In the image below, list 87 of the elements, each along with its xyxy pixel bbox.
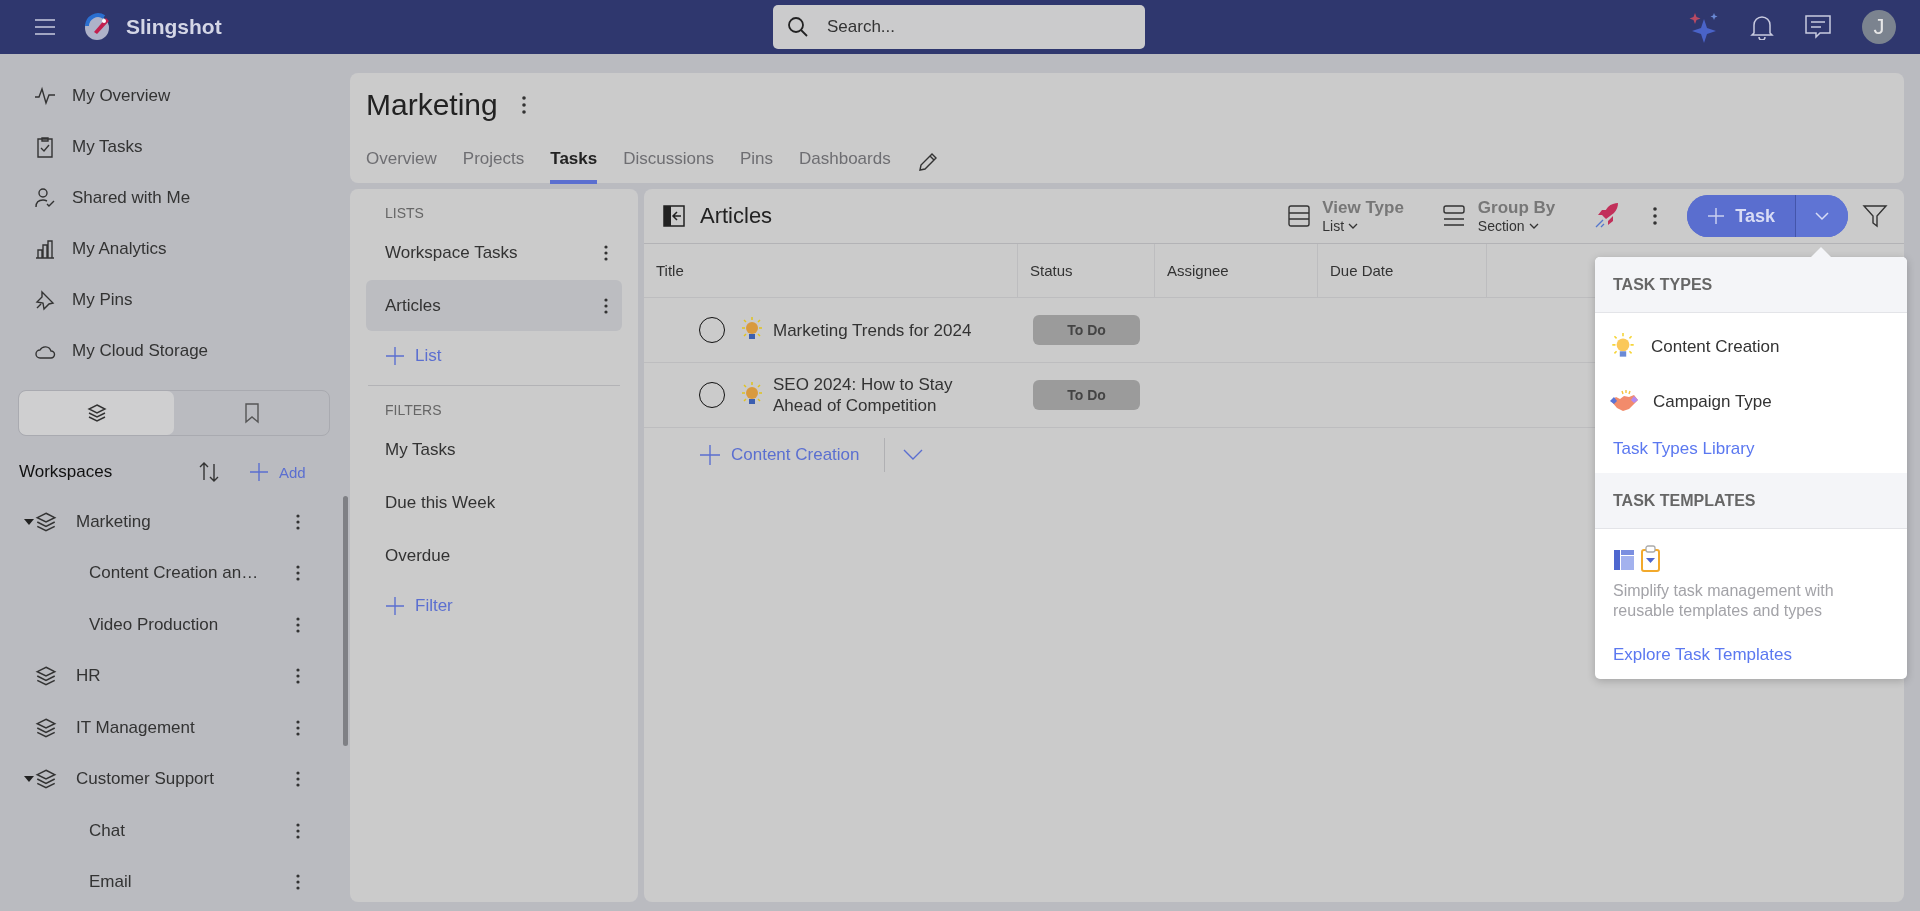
status-badge[interactable]: To Do <box>1033 380 1140 410</box>
workspace-item[interactable]: IT Management <box>0 702 350 754</box>
pin-icon <box>34 288 56 311</box>
clipboard-check-icon <box>34 135 56 158</box>
filter-item[interactable]: Due this Week <box>366 477 622 528</box>
page-title: Marketing <box>366 88 498 122</box>
nav-item[interactable]: My Cloud Storage <box>0 325 350 376</box>
menu-section-heading: TASK TEMPLATES <box>1595 473 1907 529</box>
chat-icon[interactable] <box>1804 14 1832 40</box>
workspaces-heading: Workspaces <box>19 462 114 482</box>
bookmark-icon <box>242 402 261 424</box>
menu-section-heading: TASK TYPES <box>1595 257 1907 313</box>
chevron-down-icon[interactable] <box>902 449 923 461</box>
add-task-button[interactable]: Task <box>1687 195 1796 237</box>
more-icon[interactable] <box>1653 207 1658 225</box>
nav-item[interactable]: My Analytics <box>0 223 350 274</box>
layers-icon <box>85 402 108 424</box>
section-heading: FILTERS <box>384 401 443 420</box>
filter-item[interactable]: My Tasks <box>366 424 622 475</box>
chevron-down-icon <box>1815 211 1829 221</box>
workspace-item[interactable]: Customer Support <box>0 753 350 805</box>
column-header[interactable]: Status <box>1018 244 1155 297</box>
chevron-down-icon <box>1528 222 1539 230</box>
more-icon[interactable] <box>296 616 300 633</box>
task-menu-button[interactable] <box>1796 195 1848 237</box>
more-icon[interactable] <box>296 513 300 530</box>
workspace-item[interactable]: Video Production <box>0 599 350 651</box>
list-title: Articles <box>700 203 773 229</box>
menu-pointer <box>1811 247 1831 257</box>
scrollbar[interactable] <box>343 496 348 746</box>
task-types-library-link[interactable]: Task Types Library <box>1609 429 1889 459</box>
more-icon[interactable] <box>296 874 300 891</box>
plus-icon <box>385 596 405 616</box>
collapse-panel-icon[interactable] <box>662 204 686 228</box>
nav-tab[interactable]: Tasks <box>550 139 598 184</box>
more-icon[interactable] <box>296 668 300 685</box>
more-icon[interactable] <box>296 822 300 839</box>
list-item[interactable]: Articles <box>366 280 622 331</box>
search-field[interactable]: Search... <box>773 5 1145 49</box>
workspace-item[interactable]: Content Creation an… <box>0 547 350 599</box>
templates-description: Simplify task management with reusable templates and types <box>1613 581 1835 621</box>
task-title[interactable]: Marketing Trends for 2024 <box>773 319 988 341</box>
more-icon[interactable] <box>521 96 526 114</box>
plus-icon <box>1707 207 1726 225</box>
menu-icon[interactable] <box>34 18 56 36</box>
bar-chart-icon <box>34 237 56 260</box>
nav-item[interactable]: My Tasks <box>0 121 350 172</box>
logo-icon <box>82 12 112 42</box>
more-icon[interactable] <box>296 719 300 736</box>
workspace-item[interactable]: Marketing <box>0 496 350 548</box>
section-heading: LISTS <box>384 204 425 223</box>
caret-icon[interactable] <box>24 517 34 526</box>
explore-templates-link[interactable]: Explore Task Templates <box>1609 635 1889 665</box>
sort-icon[interactable] <box>197 460 221 484</box>
task-title[interactable]: SEO 2024: How to Stay Ahead of Competition <box>773 374 988 416</box>
filter-icon[interactable] <box>1862 203 1888 229</box>
group-icon <box>1441 204 1466 228</box>
caret-icon[interactable] <box>24 775 34 784</box>
app-name: Slingshot <box>126 15 222 39</box>
more-icon[interactable] <box>604 297 608 314</box>
column-header[interactable]: Due Date <box>1318 244 1487 297</box>
workspace-item[interactable]: HR <box>0 650 350 702</box>
view-type-dropdown[interactable]: View Type List <box>1322 198 1404 234</box>
list-item[interactable]: Workspace Tasks <box>366 227 622 278</box>
chevron-down-icon <box>1348 222 1359 230</box>
plus-icon <box>249 462 269 482</box>
nav-item[interactable]: My Pins <box>0 274 350 325</box>
column-header[interactable]: Title <box>644 244 1018 297</box>
workspace-item[interactable]: Email <box>0 856 350 908</box>
nav-item[interactable]: Shared with Me <box>0 172 350 223</box>
more-icon[interactable] <box>296 771 300 788</box>
group-by-dropdown[interactable]: Group By Section <box>1477 198 1556 234</box>
more-icon[interactable] <box>296 565 300 582</box>
plus-icon <box>699 444 721 466</box>
workspace-item[interactable]: Chat <box>0 805 350 857</box>
plus-icon <box>385 346 405 366</box>
column-header[interactable]: Assignee <box>1155 244 1318 297</box>
nav-item[interactable]: My Overview <box>0 70 350 121</box>
bell-icon[interactable] <box>1750 14 1774 40</box>
more-icon[interactable] <box>604 244 608 261</box>
menu-item[interactable]: Content Creation <box>1609 319 1889 374</box>
status-badge[interactable]: To Do <box>1033 315 1140 345</box>
menu-item[interactable]: Campaign Type <box>1609 374 1889 429</box>
table-icon <box>1288 204 1311 228</box>
person-check-icon <box>34 186 56 209</box>
pencil-icon[interactable] <box>916 150 939 173</box>
filter-item[interactable]: Overdue <box>366 530 622 581</box>
